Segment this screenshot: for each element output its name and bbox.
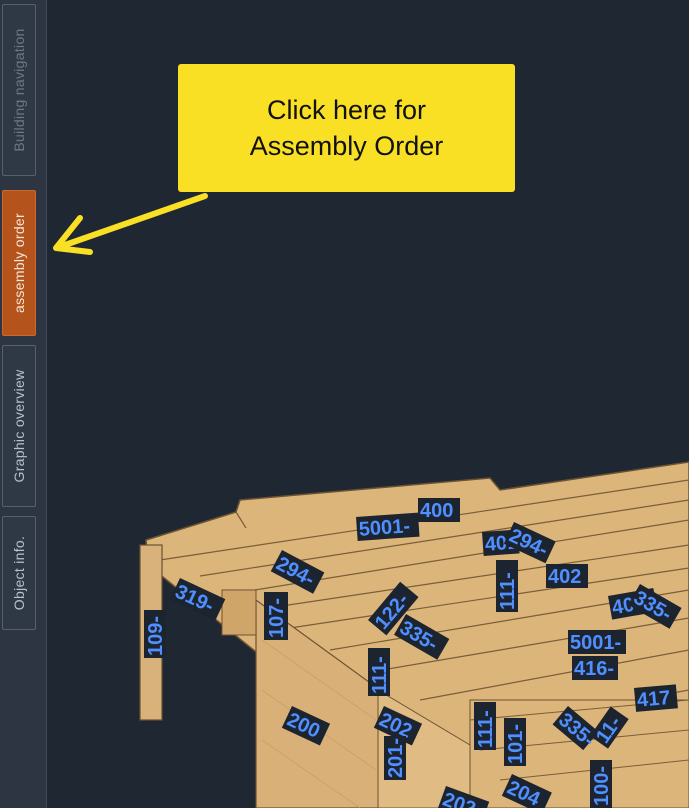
part-label[interactable]: 111- [496,560,519,612]
svg-text:111-: 111- [475,710,497,748]
assembly-order-callout: Click here for Assembly Order [178,64,515,192]
beam-end [221,589,257,636]
svg-text:109-: 109- [145,616,167,656]
part-label[interactable]: 416- [572,656,618,680]
part-label[interactable]: 111- [368,648,391,696]
svg-text:100-: 100- [591,766,613,806]
svg-text:107-: 107- [266,598,288,638]
part-label[interactable]: 201- [384,736,407,780]
part-label[interactable]: 417 [634,684,678,712]
part-label[interactable]: 101- [504,718,527,766]
part-label[interactable]: 107- [264,592,288,640]
svg-text:201-: 201- [385,738,407,778]
svg-text:101-: 101- [505,724,527,764]
part-label[interactable]: 5001- [568,630,626,654]
part-label[interactable]: 402 [546,564,588,588]
svg-text:402: 402 [548,566,581,588]
callout-line-1: Click here for [266,95,427,125]
svg-text:417: 417 [636,687,671,712]
callout-arrow [53,193,208,255]
callout-line-2: Assembly Order [249,131,444,161]
svg-text:400: 400 [420,500,453,522]
part-label[interactable]: 100- [590,760,613,808]
svg-text:5001-: 5001- [570,632,621,654]
part-label[interactable]: 400 [418,498,460,522]
svg-text:111-: 111- [369,656,391,694]
svg-text:5001-: 5001- [358,515,411,541]
part-label[interactable]: 109- [144,610,167,658]
svg-text:416-: 416- [574,658,614,680]
part-label[interactable]: 111- [474,702,497,750]
part-label[interactable]: 5001- [356,512,420,541]
svg-text:111-: 111- [497,572,519,610]
